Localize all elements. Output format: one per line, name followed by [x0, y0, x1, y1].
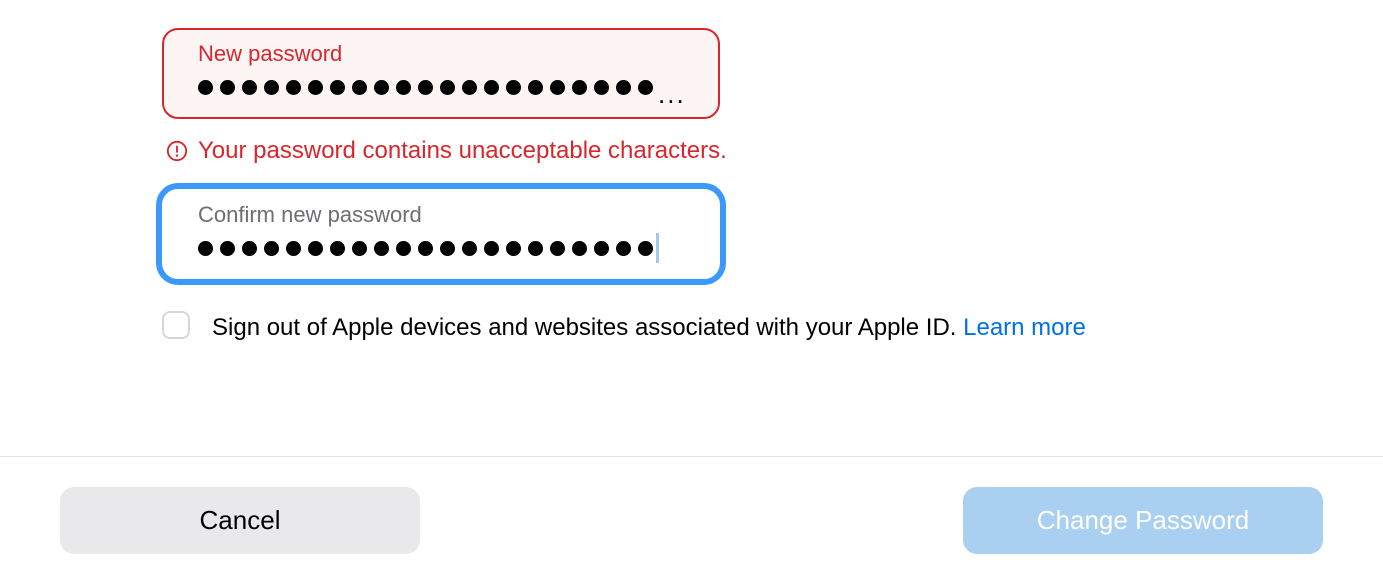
password-form: New password ... Your password contains …	[0, 0, 1383, 348]
signout-label: Sign out of Apple devices and websites a…	[212, 309, 1086, 347]
dialog-footer: Cancel Change Password	[0, 456, 1383, 584]
signout-label-text: Sign out of Apple devices and websites a…	[212, 314, 963, 341]
new-password-field-wrapper: New password ...	[162, 28, 720, 119]
confirm-password-field-wrapper: Confirm new password	[162, 189, 720, 280]
learn-more-link[interactable]: Learn more	[963, 314, 1086, 341]
error-message: Your password contains unacceptable char…	[166, 137, 1383, 165]
new-password-masked-value: ...	[198, 73, 692, 103]
cancel-button[interactable]: Cancel	[60, 487, 420, 554]
change-password-button[interactable]: Change Password	[963, 487, 1323, 554]
signout-checkbox[interactable]	[162, 311, 190, 339]
confirm-password-input[interactable]: Confirm new password	[162, 189, 720, 280]
error-text: Your password contains unacceptable char…	[198, 137, 727, 165]
confirm-password-label: Confirm new password	[198, 201, 692, 230]
signout-option-row: Sign out of Apple devices and websites a…	[162, 309, 1192, 347]
new-password-label: New password	[198, 40, 692, 69]
exclamation-circle-icon	[166, 140, 188, 162]
confirm-password-masked-value	[198, 233, 692, 263]
new-password-input[interactable]: New password ...	[162, 28, 720, 119]
